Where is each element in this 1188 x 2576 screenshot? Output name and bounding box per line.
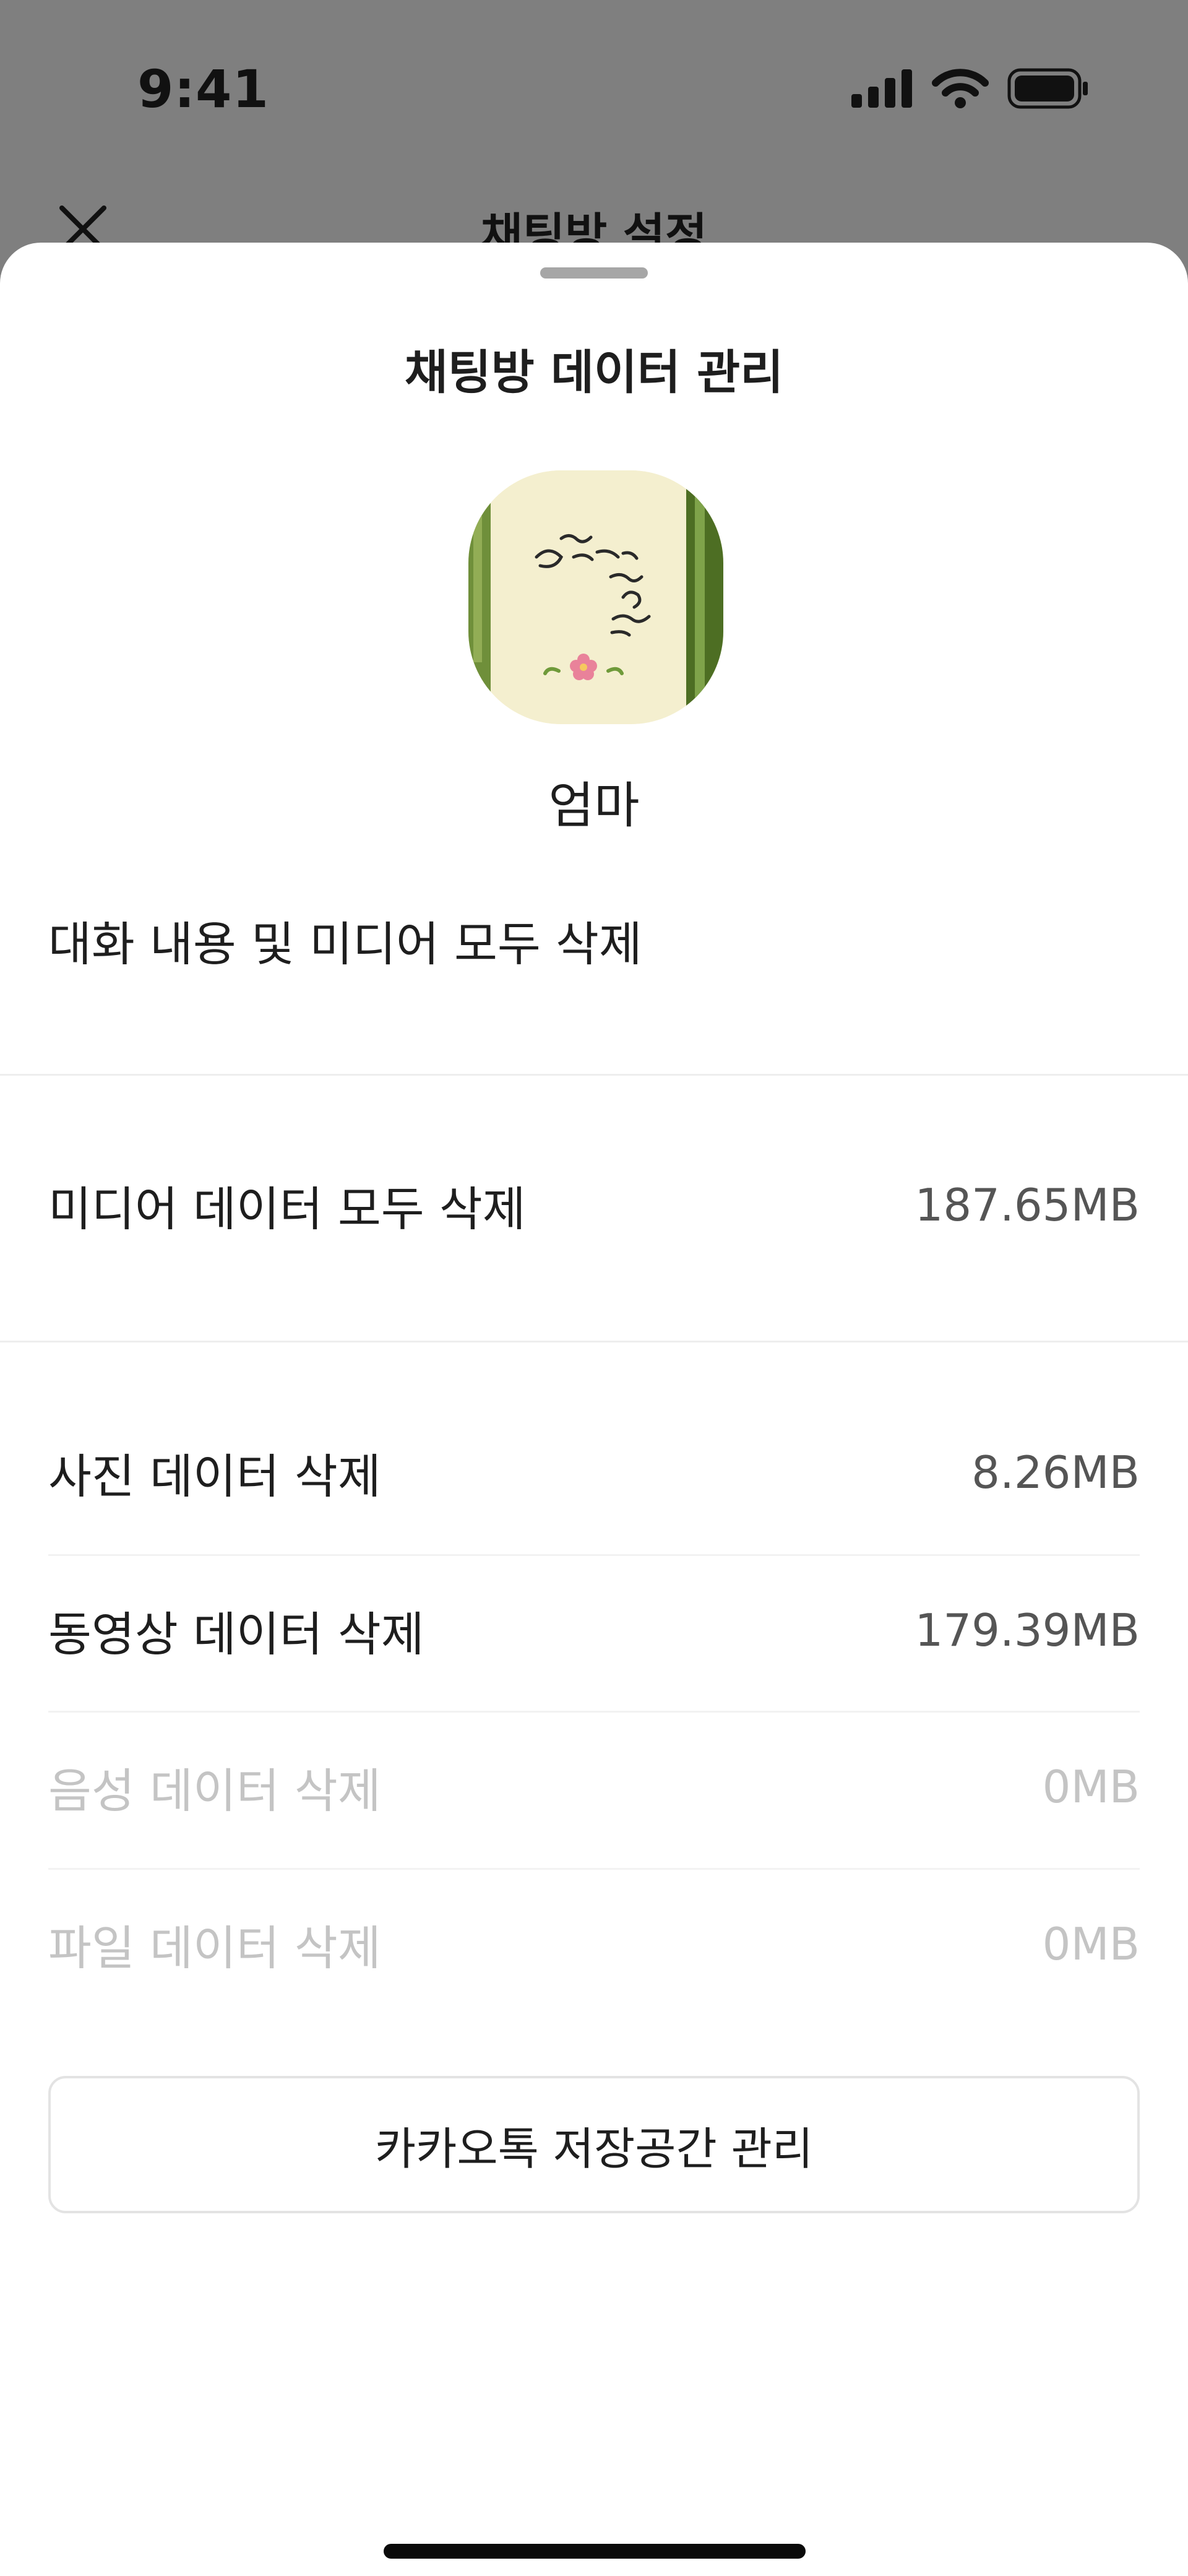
delete-file-data-label: 파일 데이터 삭제 <box>48 1921 381 1976</box>
kakaotalk-storage-management-button[interactable]: 카카오톡 저장공간 관리 <box>48 2076 1140 2213</box>
voice-data-size: 0MB <box>1042 1761 1140 1813</box>
delete-photo-data-label: 사진 데이터 삭제 <box>48 1449 381 1504</box>
delete-photo-data-row[interactable]: 사진 데이터 삭제 8.26MB <box>48 1395 1140 1550</box>
delete-all-conversation-label: 대화 내용 및 미디어 모두 삭제 <box>48 917 642 972</box>
data-management-sheet: 채팅방 데이터 관리 엄마 대화 내용 및 미디어 모두 삭제 미디어 데이터 … <box>0 243 1188 2576</box>
delete-video-data-row[interactable]: 동영상 데이터 삭제 179.39MB <box>48 1553 1140 1708</box>
home-indicator <box>384 2544 806 2559</box>
sheet-title: 채팅방 데이터 관리 <box>404 345 784 400</box>
section-divider <box>0 1341 1188 1342</box>
delete-voice-data-label: 음성 데이터 삭제 <box>48 1763 381 1818</box>
delete-all-media-label: 미디어 데이터 모두 삭제 <box>48 1182 526 1237</box>
delete-file-data-row: 파일 데이터 삭제 0MB <box>48 1867 1140 2021</box>
status-bar: 9:41 <box>0 0 1188 186</box>
section-divider <box>0 1074 1188 1076</box>
cellular-signal-icon <box>851 69 912 108</box>
profile-image <box>468 470 723 724</box>
delete-all-conversation-row[interactable]: 대화 내용 및 미디어 모두 삭제 <box>48 863 1140 1018</box>
wifi-icon <box>932 69 989 108</box>
status-icons <box>851 67 1089 110</box>
battery-icon <box>1007 68 1088 109</box>
delete-all-media-row[interactable]: 미디어 데이터 모두 삭제 187.65MB <box>48 1128 1140 1282</box>
file-data-size: 0MB <box>1042 1918 1140 1970</box>
status-time: 9:41 <box>137 59 269 119</box>
delete-video-data-label: 동영상 데이터 삭제 <box>48 1607 424 1662</box>
sheet-grabber-handle[interactable] <box>540 267 648 279</box>
photo-data-size: 8.26MB <box>971 1446 1140 1498</box>
video-data-size: 179.39MB <box>915 1604 1140 1656</box>
delete-all-media-size: 187.65MB <box>915 1179 1140 1231</box>
delete-voice-data-row: 음성 데이터 삭제 0MB <box>48 1709 1140 1864</box>
profile-name: 엄마 <box>548 777 640 834</box>
